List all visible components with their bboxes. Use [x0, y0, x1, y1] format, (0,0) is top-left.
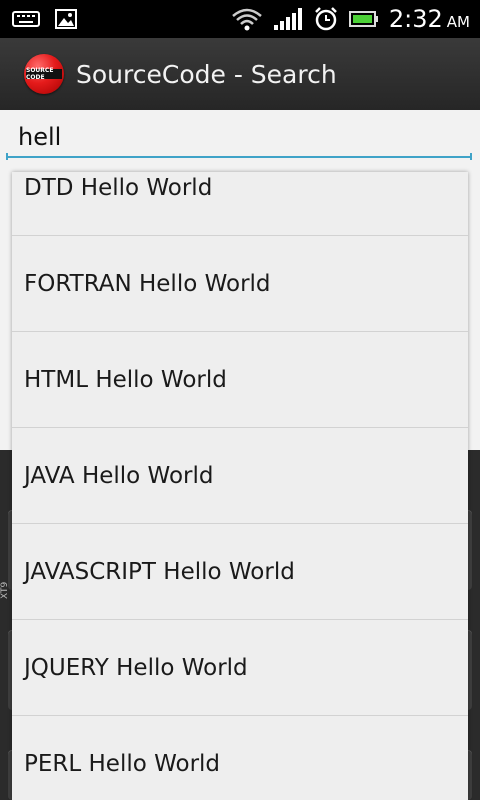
- wifi-icon: [231, 7, 263, 31]
- autocomplete-dropdown[interactable]: DTD Hello World FORTRAN Hello World HTML…: [12, 172, 468, 800]
- suggestion-item[interactable]: PERL Hello World: [12, 716, 468, 800]
- signal-icon: [273, 7, 303, 31]
- search-area: [0, 110, 480, 168]
- keyboard-icon: [12, 9, 40, 29]
- suggestion-list: DTD Hello World FORTRAN Hello World HTML…: [12, 172, 468, 800]
- status-bar: 2:32 AM: [0, 0, 480, 38]
- search-input[interactable]: [6, 118, 472, 158]
- battery-icon: [348, 10, 379, 28]
- status-bar-right: 2:32 AM: [231, 5, 480, 33]
- status-clock: 2:32 AM: [389, 5, 470, 33]
- app-title: SourceCode - Search: [76, 59, 337, 89]
- logo-text: SOURCE CODE: [26, 67, 62, 81]
- app-logo-icon[interactable]: SOURCE CODE: [24, 54, 64, 94]
- suggestion-item[interactable]: JAVA Hello World: [12, 428, 468, 524]
- clock-time: 2:32: [388, 5, 443, 33]
- action-bar: SOURCE CODE SourceCode - Search: [0, 38, 480, 110]
- alarm-icon: [313, 6, 339, 32]
- suggestion-item[interactable]: JQUERY Hello World: [12, 620, 468, 716]
- status-bar-left: [0, 8, 78, 30]
- suggestion-item[interactable]: FORTRAN Hello World: [12, 236, 468, 332]
- suggestion-item[interactable]: JAVASCRIPT Hello World: [12, 524, 468, 620]
- keyboard-mode-label: XT9: [0, 581, 10, 599]
- image-icon: [54, 8, 78, 30]
- clock-ampm: AM: [446, 13, 470, 31]
- suggestion-item[interactable]: HTML Hello World: [12, 332, 468, 428]
- suggestion-item[interactable]: DTD Hello World: [12, 172, 468, 236]
